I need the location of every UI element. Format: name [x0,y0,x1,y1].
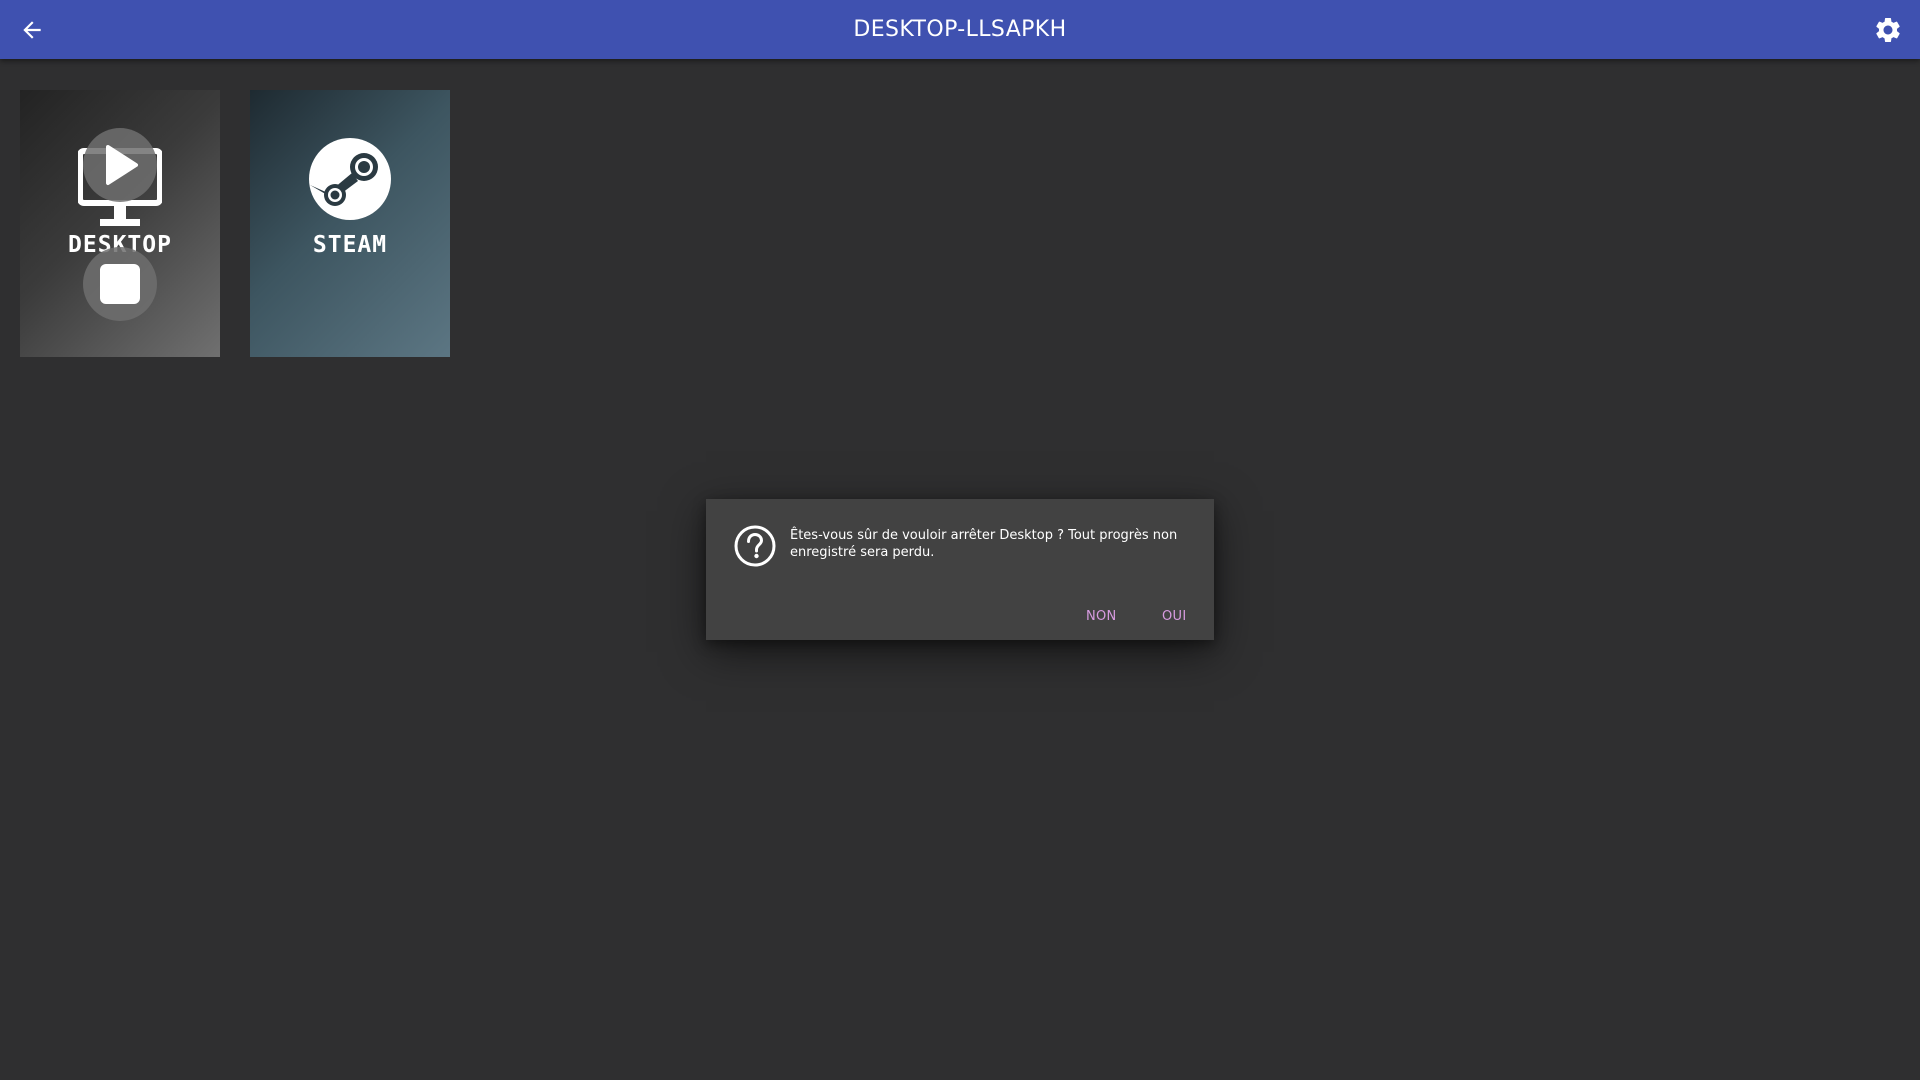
question-circle-icon [734,525,776,567]
app-bar: DESKTOP-LLSAPKH [0,0,1920,59]
app-tile-desktop[interactable]: DESKTOP [20,90,220,357]
page-title: DESKTOP-LLSAPKH [853,17,1067,42]
app-name-steam: STEAM [312,232,388,258]
resume-button[interactable] [83,128,157,202]
stop-icon [100,264,140,304]
steam-logo-icon [309,138,391,220]
quit-confirmation-dialog: Êtes-vous sûr de vouloir arrêter Desktop… [706,499,1214,640]
play-icon [106,145,138,185]
yes-button[interactable]: OUI [1162,607,1186,627]
no-button[interactable]: NON [1086,607,1117,627]
settings-button[interactable] [1870,12,1906,48]
dialog-message: Êtes-vous sûr de vouloir arrêter Desktop… [790,528,1178,560]
app-tile-steam[interactable]: STEAM [250,90,450,357]
stop-button[interactable] [83,247,157,321]
gear-icon [1876,17,1900,42]
